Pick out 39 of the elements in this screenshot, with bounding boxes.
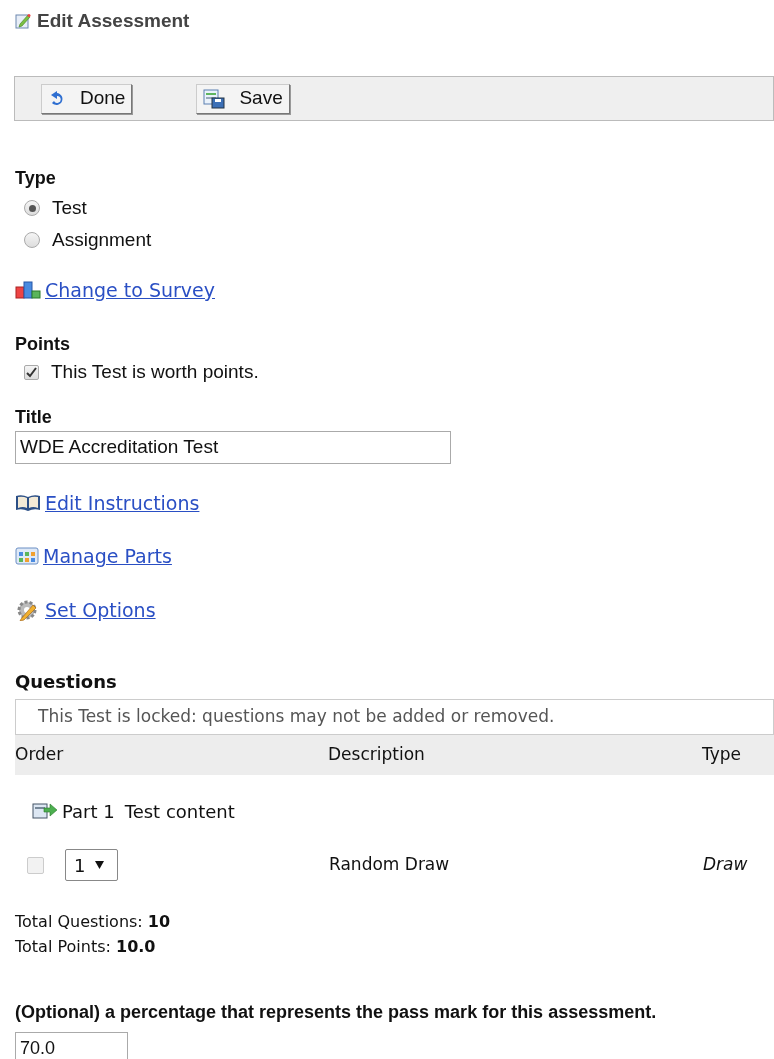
edit-icon [15, 13, 31, 29]
column-header: Type [702, 743, 743, 767]
part-label: Part 1 [62, 799, 115, 824]
field-label: (Optional) a percentage that represents the pass mark for this assessment. [15, 1001, 658, 1024]
radio-button[interactable] [24, 200, 40, 216]
checkbox-label: This Test is worth points. [51, 360, 259, 385]
total-text: Total Questions: 10 [15, 911, 172, 933]
pass-mark-field[interactable]: 70.0 [15, 1032, 128, 1059]
save-button[interactable]: Save [196, 83, 290, 114]
link[interactable]: Manage Parts [43, 542, 172, 571]
section-title: Questions [15, 670, 118, 694]
book-icon [15, 493, 41, 512]
order-dropdown[interactable]: 1 [65, 849, 118, 881]
column-header: Order [15, 743, 65, 767]
grid-icon [15, 547, 39, 566]
radio-label: Assignment [52, 227, 152, 252]
title-field[interactable]: WDE Accreditation Test [15, 430, 451, 464]
caret-icon [95, 861, 105, 869]
radio-button[interactable] [24, 232, 40, 248]
radio-label: Test [52, 195, 87, 220]
checkbox[interactable] [24, 365, 39, 380]
total-text: Total Points: 10.0 [15, 936, 157, 958]
field-label: Type [15, 167, 57, 190]
bar-chart-icon [15, 281, 41, 300]
part-title: Test content [124, 799, 235, 824]
notice-banner: This Test is locked: questions may not be added or removed. [15, 699, 774, 735]
field-label: Title [15, 405, 53, 429]
link[interactable]: Set Options [45, 595, 156, 624]
floppy-icon [203, 88, 226, 109]
link[interactable]: Edit Instructions [45, 488, 200, 517]
column-header: Description [328, 743, 426, 767]
link[interactable]: Change to Survey [45, 276, 215, 305]
row-checkbox[interactable] [27, 856, 44, 874]
field-label: Points [15, 332, 71, 356]
done-button[interactable]: Done [41, 83, 133, 114]
table-cell-text: Draw [703, 853, 748, 877]
page-title: Edit Assessment [37, 8, 190, 33]
table-cell-text: Random Draw [329, 853, 451, 877]
export-icon [32, 801, 58, 821]
